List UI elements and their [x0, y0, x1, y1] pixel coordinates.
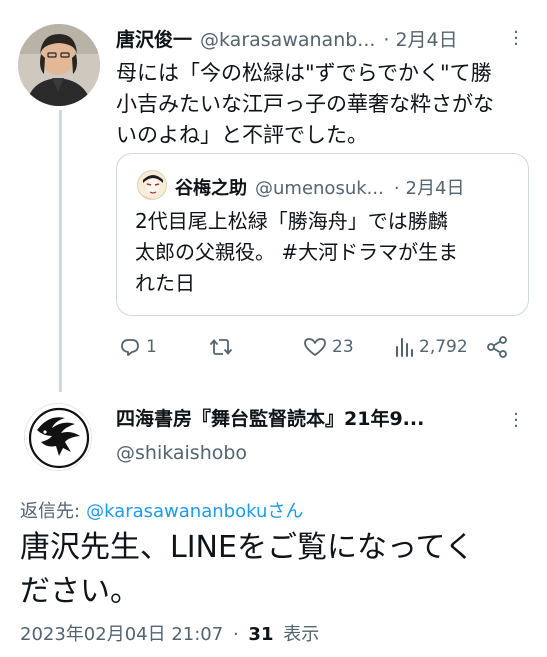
more-options-icon[interactable]: · · ·	[511, 406, 521, 436]
reply-views-label: 表示	[283, 624, 320, 645]
quoted-tweet-card[interactable]: 谷梅之助 @umenosuk... · 2月4日 2代目尾上松緑「勝海舟」では勝…	[116, 153, 529, 316]
quote-handle: @umenosuk...	[255, 178, 384, 199]
parent-display-name[interactable]: 唐沢俊一	[116, 25, 192, 52]
retweet-button[interactable]	[208, 335, 238, 359]
quote-avatar	[137, 170, 167, 200]
view-count: 2,792	[419, 337, 468, 357]
reply-views-count: 31	[248, 624, 274, 645]
text-line: 母には「今の松緑は"ずでらでかく"て勝	[116, 61, 492, 85]
heart-icon	[304, 338, 326, 356]
reply-handle-row: @shikaishobo	[116, 442, 247, 464]
share-button[interactable]	[485, 335, 509, 359]
retweet-icon	[209, 339, 233, 355]
like-button[interactable]: 23	[302, 335, 354, 359]
reply-avatar[interactable]	[24, 403, 92, 471]
replying-to-handle[interactable]: @karasawananboku	[86, 501, 267, 522]
like-count: 23	[332, 337, 354, 357]
tweet-action-bar: 1 23 2,792	[116, 333, 516, 363]
replying-to-suffix: さん	[267, 501, 304, 522]
replying-to-label: 返信先:	[20, 501, 81, 522]
reply-display-name[interactable]: 四海書房『舞台監督読本』21年9...	[116, 404, 424, 431]
text-line: いのよね」と不評でした。	[116, 123, 368, 147]
separator-dot: ·	[383, 29, 390, 51]
thread-connector-line	[59, 110, 62, 392]
text-line: 2代目尾上松緑「勝海舟」では勝麟	[135, 209, 448, 233]
reply-icon	[121, 339, 139, 356]
separator-dot: ·	[232, 624, 239, 645]
quote-tweet-text: 2代目尾上松緑「勝海舟」では勝麟 太郎の父親役。 #大河ドラマが生ま れた日	[135, 206, 458, 299]
reply-count: 1	[146, 337, 157, 357]
reply-metadata: 2023年02月04日 21:07 · 31 表示	[20, 620, 319, 646]
reply-tweet-text: 唐沢先生、LINEをご覧になってく ださい。	[20, 526, 475, 614]
text-line: れた日	[135, 271, 195, 295]
reply-button[interactable]: 1	[118, 335, 157, 359]
text-line: ださい。	[20, 574, 140, 609]
quote-date: 2月4日	[405, 178, 465, 199]
reply-header: 四海書房『舞台監督読本』21年9...	[116, 404, 424, 431]
views-bar-chart-icon	[396, 338, 413, 357]
separator-dot: ·	[393, 178, 400, 199]
reply-handle[interactable]: @shikaishobo	[116, 442, 247, 464]
parent-date[interactable]: 2月4日	[395, 25, 457, 52]
quote-header: 谷梅之助 @umenosuk... · 2月4日	[175, 174, 464, 200]
parent-avatar[interactable]	[18, 24, 100, 106]
text-line: 太郎の父親役。 #大河ドラマが生ま	[135, 240, 459, 264]
reply-timestamp[interactable]: 2023年02月04日 21:07	[20, 624, 223, 645]
kabuki-avatar-icon	[138, 171, 166, 199]
share-icon	[487, 336, 507, 358]
parent-tweet-text: 母には「今の松緑は"ずでらでかく"て勝 小吉みたいな江戸っ子の華奢な粋さがな い…	[116, 58, 494, 151]
replying-to: 返信先: @karasawananboku さん	[20, 497, 303, 523]
parent-handle[interactable]: @karasawananb...	[200, 29, 375, 51]
more-options-icon[interactable]: · · ·	[511, 24, 521, 54]
text-line: 小吉みたいな江戸っ子の華奢な粋さがな	[116, 92, 494, 116]
eagle-logo-icon	[28, 407, 90, 469]
quote-display-name: 谷梅之助	[175, 178, 247, 199]
views-button[interactable]: 2,792	[394, 335, 468, 359]
text-line: 唐沢先生、LINEをご覧になってく	[20, 530, 475, 565]
person-photo-icon	[18, 24, 100, 106]
parent-header: 唐沢俊一 @karasawananb... · 2月4日	[116, 25, 458, 52]
